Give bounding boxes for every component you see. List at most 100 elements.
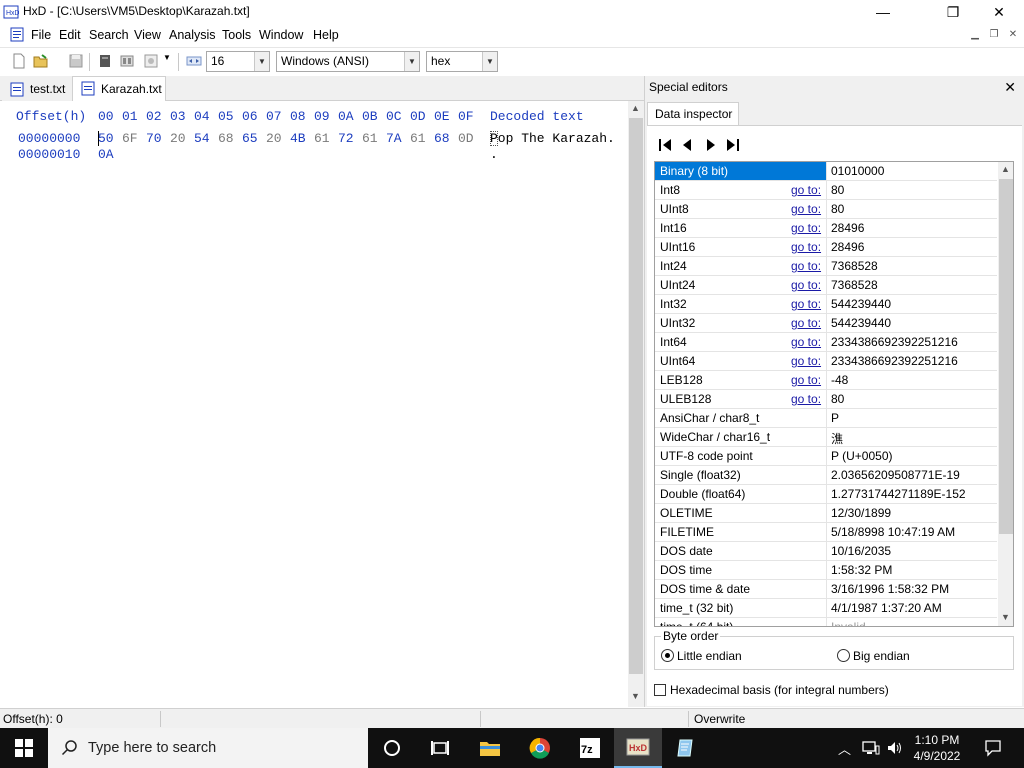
- inspector-row-value[interactable]: 80: [831, 392, 844, 406]
- inspector-row-value[interactable]: Invalid: [831, 620, 866, 626]
- inspector-row[interactable]: UTF-8 code point P (U+0050): [655, 447, 997, 466]
- next-icon[interactable]: [701, 137, 719, 153]
- hex-editor[interactable]: Offset(h) 00 01 02 03 04 05 06 07 08 09 0A 0B 0C 0D 0E…: [0, 101, 628, 707]
- hex-byte[interactable]: 6F: [122, 131, 138, 146]
- inspector-row[interactable]: Int64 go to: 2334386692392251216: [655, 333, 997, 352]
- inspector-row-value[interactable]: 80: [831, 183, 844, 197]
- new-file-icon[interactable]: [11, 53, 27, 69]
- inspector-row[interactable]: Double (float64) 1.27731744271189E-152: [655, 485, 997, 504]
- goto-link[interactable]: go to:: [791, 240, 821, 254]
- goto-link[interactable]: go to:: [791, 259, 821, 273]
- hex-byte[interactable]: 54: [194, 131, 210, 146]
- taskbar-search-box[interactable]: Type here to search: [48, 728, 368, 768]
- hex-byte[interactable]: 61: [362, 131, 378, 146]
- inspector-row-value[interactable]: P: [831, 411, 839, 425]
- big-endian-radio[interactable]: Big endian: [837, 649, 910, 663]
- hex-byte[interactable]: 4B: [290, 131, 306, 146]
- inspector-row[interactable]: DOS date 10/16/2035: [655, 542, 997, 561]
- goto-link[interactable]: go to:: [791, 202, 821, 216]
- menu-analysis[interactable]: Analysis: [169, 28, 216, 42]
- inspector-row[interactable]: Int16 go to: 28496: [655, 219, 997, 238]
- decoded-text-row[interactable]: Pop The Karazah.: [490, 131, 615, 146]
- inspector-row-value[interactable]: 12/30/1899: [831, 506, 891, 520]
- inspector-row-value[interactable]: 2334386692392251216: [831, 354, 958, 368]
- inspector-row-value[interactable]: 544239440: [831, 297, 891, 311]
- scroll-up-icon[interactable]: ▲: [631, 103, 640, 113]
- last-icon[interactable]: [724, 137, 742, 153]
- checkbox-icon[interactable]: [654, 684, 666, 696]
- inspector-row-value[interactable]: P (U+0050): [831, 449, 892, 463]
- hex-byte[interactable]: 70: [146, 131, 162, 146]
- hex-byte[interactable]: 20: [266, 131, 282, 146]
- tab-data-inspector[interactable]: Data inspector: [647, 102, 739, 126]
- radio-unchecked-icon[interactable]: [837, 649, 850, 662]
- hex-byte[interactable]: 68: [218, 131, 234, 146]
- inspector-row-value[interactable]: 28496: [831, 240, 864, 254]
- hex-byte[interactable]: 20: [170, 131, 186, 146]
- inspector-scrollbar[interactable]: ▲ ▼: [998, 162, 1013, 626]
- scroll-up-icon[interactable]: ▲: [1001, 164, 1010, 174]
- hex-byte[interactable]: 72: [338, 131, 354, 146]
- inspector-row[interactable]: WideChar / char16_t 潐: [655, 428, 997, 447]
- decoded-text-row[interactable]: .: [490, 147, 498, 162]
- inspector-row-value[interactable]: 10/16/2035: [831, 544, 891, 558]
- mdi-close-icon[interactable]: ✕: [1006, 29, 1020, 41]
- chevron-down-icon[interactable]: ▼: [404, 52, 419, 71]
- inspector-row-value[interactable]: 7368528: [831, 278, 878, 292]
- open-disk-icon[interactable]: [97, 53, 113, 69]
- inspector-row-value[interactable]: 544239440: [831, 316, 891, 330]
- inspector-row-value[interactable]: -48: [831, 373, 848, 387]
- first-icon[interactable]: [656, 137, 674, 153]
- inspector-row-value[interactable]: 1.27731744271189E-152: [831, 487, 966, 501]
- goto-link[interactable]: go to:: [791, 373, 821, 387]
- inspector-row[interactable]: UInt16 go to: 28496: [655, 238, 997, 257]
- close-icon[interactable]: ✕: [1004, 79, 1016, 96]
- hex-byte[interactable]: 0A: [98, 147, 114, 162]
- minimize-button[interactable]: —: [860, 0, 906, 24]
- inspector-row[interactable]: OLETIME 12/30/1899: [655, 504, 997, 523]
- charset-combo[interactable]: Windows (ANSI) ▼: [276, 51, 420, 72]
- menu-view[interactable]: View: [134, 28, 161, 42]
- chevron-down-icon[interactable]: ▼: [254, 52, 269, 71]
- notifications-icon[interactable]: [984, 739, 1002, 757]
- file-explorer-button[interactable]: [466, 728, 514, 768]
- status-mode[interactable]: Overwrite: [694, 712, 745, 726]
- menu-window[interactable]: Window: [259, 28, 303, 42]
- inspector-row-value[interactable]: 80: [831, 202, 844, 216]
- offset-base-combo[interactable]: hex ▼: [426, 51, 498, 72]
- scrollbar-thumb[interactable]: [629, 118, 643, 674]
- inspector-row-value[interactable]: 5/18/8998 10:47:19 AM: [831, 525, 955, 539]
- open-folder-icon[interactable]: [33, 53, 49, 69]
- inspector-row[interactable]: AnsiChar / char8_t P: [655, 409, 997, 428]
- inspector-row[interactable]: Int24 go to: 7368528: [655, 257, 997, 276]
- chevron-down-icon[interactable]: ▼: [482, 52, 497, 71]
- inspector-row-value[interactable]: 2.03656209508771E-19: [831, 468, 960, 482]
- inspector-row[interactable]: time_t (32 bit) 4/1/1987 1:37:20 AM: [655, 599, 997, 618]
- inspector-row[interactable]: Int32 go to: 544239440: [655, 295, 997, 314]
- inspector-row-value[interactable]: 01010000: [831, 164, 884, 178]
- open-ram-icon[interactable]: [119, 53, 135, 69]
- scroll-down-icon[interactable]: ▼: [1001, 612, 1010, 622]
- hex-byte[interactable]: 50: [98, 131, 114, 146]
- hex-byte[interactable]: 61: [314, 131, 330, 146]
- menu-tools[interactable]: Tools: [222, 28, 251, 42]
- mdi-minimize-icon[interactable]: ▁: [968, 29, 982, 41]
- save-icon[interactable]: [68, 53, 84, 69]
- chrome-button[interactable]: [516, 728, 564, 768]
- task-view-button[interactable]: [416, 728, 464, 768]
- inspector-row[interactable]: LEB128 go to: -48: [655, 371, 997, 390]
- goto-link[interactable]: go to:: [791, 221, 821, 235]
- goto-link[interactable]: go to:: [791, 335, 821, 349]
- menu-help[interactable]: Help: [313, 28, 339, 42]
- inspector-row[interactable]: DOS time 1:58:32 PM: [655, 561, 997, 580]
- inspector-row-value[interactable]: 28496: [831, 221, 864, 235]
- network-icon[interactable]: [862, 740, 880, 756]
- inspector-row[interactable]: FILETIME 5/18/8998 10:47:19 AM: [655, 523, 997, 542]
- scroll-down-icon[interactable]: ▼: [631, 691, 640, 701]
- goto-link[interactable]: go to:: [791, 278, 821, 292]
- inspector-row-value[interactable]: 潐: [831, 430, 843, 447]
- cortana-button[interactable]: [368, 728, 416, 768]
- inspector-row-value[interactable]: 3/16/1996 1:58:32 PM: [831, 582, 949, 596]
- inspector-row[interactable]: UInt8 go to: 80: [655, 200, 997, 219]
- inspector-row-value[interactable]: 4/1/1987 1:37:20 AM: [831, 601, 942, 615]
